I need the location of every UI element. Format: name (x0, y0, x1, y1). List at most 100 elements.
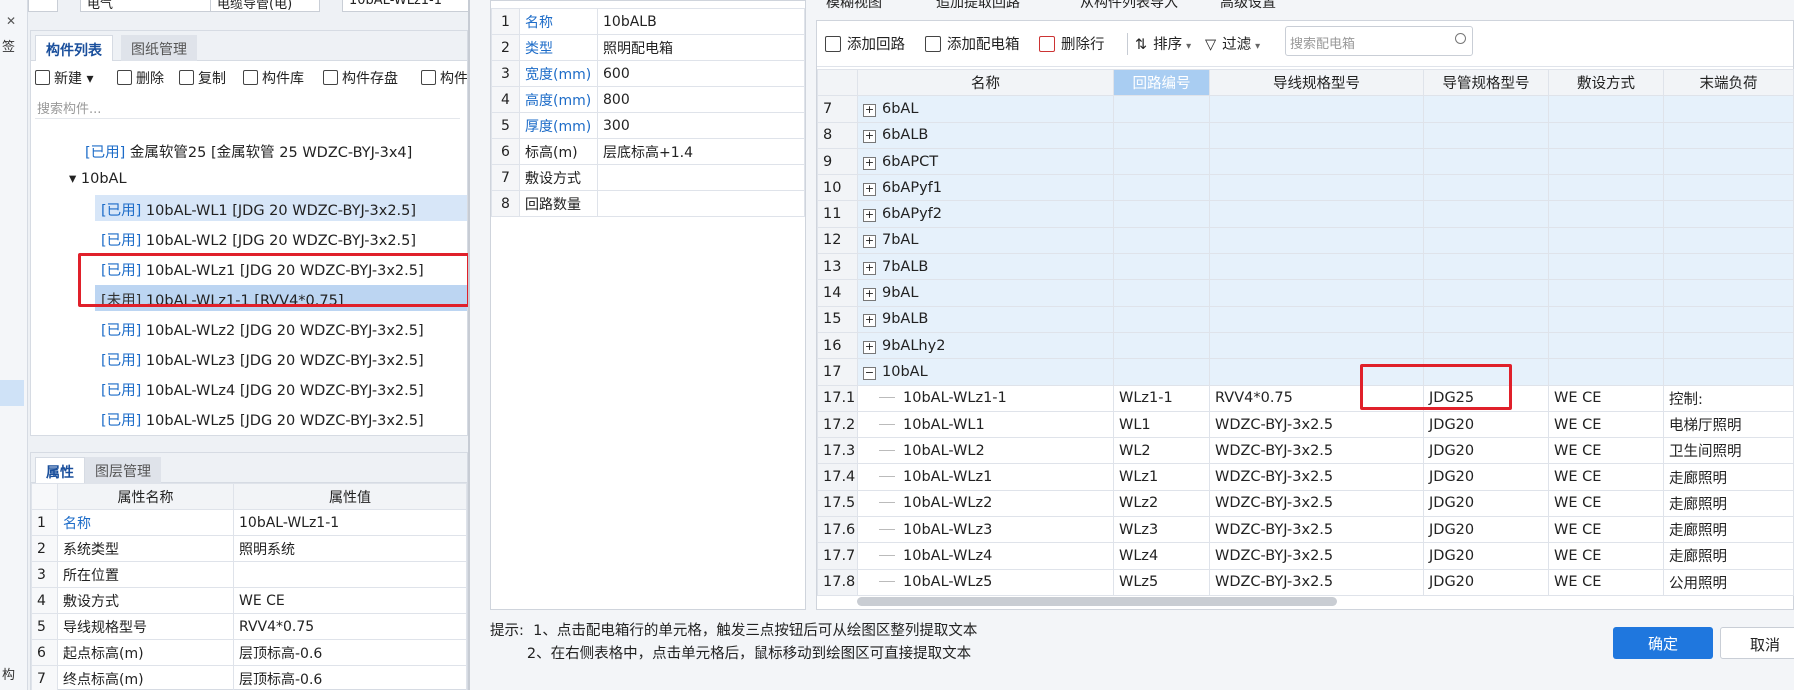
expand-icon[interactable]: + (863, 103, 876, 117)
new-icon (35, 70, 50, 85)
tree-item[interactable]: [已用] 10bAL-WL1 [JDG 20 WDZC-BYJ-3x2.5] (95, 195, 467, 221)
table-row[interactable]: 7 敷设方式 (491, 164, 805, 191)
box-group-row[interactable]: 11 +6bAPyf2 (817, 200, 1794, 228)
expand-icon[interactable]: + (863, 182, 876, 196)
table-row[interactable]: 8 回路数量 (491, 190, 805, 217)
component-more-button[interactable]: 构件 (421, 68, 467, 88)
circuit-toolbar: 添加回路 添加配电箱 删除行 ⇅ 排序 ▾ ▽ 过滤 ▾ 搜索配电箱 (817, 21, 1793, 67)
filter-icon: ▽ (1205, 37, 1217, 53)
circuit-row[interactable]: 17.5 10bAL-WLz2 WLz2 WDZC-BYJ-3x2.5 JDG20 WE … (817, 489, 1794, 518)
column-header[interactable]: 名称 (857, 68, 1114, 97)
dropdown-type[interactable]: 电缆导管(电) (210, 0, 320, 12)
dropdown-0[interactable] (28, 0, 58, 12)
column-header[interactable]: 末端负荷 (1663, 68, 1794, 97)
new-button[interactable]: 新建 ▾ (35, 68, 93, 88)
copy-button[interactable]: 复制 (179, 68, 226, 88)
table-row[interactable]: 2 类型 照明配电箱 (491, 34, 805, 61)
tree-item[interactable]: [已用] 10bAL-WLz5 [JDG 20 WDZC-BYJ-3x2.5] (95, 405, 467, 431)
circuit-row[interactable]: 17.8 10bAL-WLz5 WLz5 WDZC-BYJ-3x2.5 JDG20 WE … (817, 568, 1794, 596)
table-row[interactable]: 6 起点标高(m) 层顶标高-0.6 (31, 639, 467, 666)
tab-layer-management[interactable]: 图层管理 (85, 457, 161, 483)
cancel-button[interactable]: 取消 (1720, 627, 1794, 659)
column-header[interactable]: 导管规格型号 (1423, 68, 1549, 97)
table-row[interactable]: 3 宽度(mm) 600 (491, 60, 805, 87)
fuzzy-view-button[interactable]: 模糊视图 (826, 0, 882, 12)
expand-icon[interactable]: + (863, 261, 876, 275)
circuit-row[interactable]: 17.2 10bAL-WL1 WL1 WDZC-BYJ-3x2.5 JDG20 WE CE… (817, 410, 1794, 439)
table-row[interactable]: 5 厚度(mm) 300 (491, 112, 805, 139)
circuit-row[interactable]: 17.1 10bAL-WLz1-1 WLz1-1 RVV4*0.75 JDG25 WE C… (817, 384, 1794, 412)
table-row[interactable]: 1 名称 10bALB (491, 8, 805, 35)
circuit-panel: 添加回路 添加配电箱 删除行 ⇅ 排序 ▾ ▽ 过滤 ▾ 搜索配电箱 名称 回路编号 导… (816, 20, 1794, 610)
collapse-icon[interactable]: − (863, 366, 876, 380)
tab-properties[interactable]: 属性 (35, 457, 85, 483)
delete-button[interactable]: 删除 (117, 68, 164, 88)
expand-icon[interactable]: + (863, 235, 876, 249)
append-extract-button[interactable]: 追加提取回路 (936, 0, 1020, 12)
tree-item[interactable]: [已用] 10bAL-WL2 [JDG 20 WDZC-BYJ-3x2.5] (95, 225, 467, 251)
expand-icon[interactable]: + (863, 288, 876, 302)
column-header[interactable]: 敷设方式 (1548, 68, 1664, 97)
table-row[interactable]: 2 系统类型 照明系统 (31, 535, 467, 562)
expand-icon[interactable]: + (863, 156, 876, 170)
add-box-button[interactable]: 添加配电箱 (925, 33, 1020, 54)
circuit-row[interactable]: 17.3 10bAL-WL2 WL2 WDZC-BYJ-3x2.5 JDG20 WE CE… (817, 437, 1794, 465)
tree-item-selected[interactable]: [未用] 10bAL-WLz1-1 [RVV4*0.75] (95, 285, 467, 311)
expand-icon[interactable]: + (863, 314, 876, 328)
box-search-input[interactable]: 搜索配电箱 (1285, 26, 1473, 56)
tree-item[interactable]: [已用] 10bAL-WLz4 [JDG 20 WDZC-BYJ-3x2.5] (95, 375, 467, 401)
tab-component-list[interactable]: 构件列表 (35, 35, 113, 61)
tree-item[interactable]: [已用] 10bAL-WLz3 [JDG 20 WDZC-BYJ-3x2.5] (95, 345, 467, 371)
table-row[interactable]: 7 终点标高(m) 层顶标高-0.6 (31, 665, 467, 690)
component-save-button[interactable]: 构件存盘 (323, 68, 398, 88)
edge-label-1: 签 (2, 40, 16, 55)
box-group-row[interactable]: 8 +6bALB (817, 121, 1794, 149)
expand-icon[interactable]: + (863, 209, 876, 223)
tree-group-10bAL[interactable]: ▾ 10bAL (69, 167, 449, 193)
tree-item[interactable]: [已用] 10bAL-WLz2 [JDG 20 WDZC-BYJ-3x2.5] (95, 315, 467, 341)
column-header-selected[interactable]: 回路编号 (1113, 68, 1210, 97)
table-row[interactable]: 3 所在位置 (31, 561, 467, 588)
close-icon[interactable]: ✕ (6, 14, 16, 28)
filter-button[interactable]: ▽ 过滤 ▾ (1205, 33, 1260, 54)
box-group-row[interactable]: 10 +6bAPyf1 (817, 174, 1794, 202)
table-row[interactable]: 6 标高(m) 层底标高+1.4 (491, 138, 805, 165)
box-group-row[interactable]: 14 +9bAL (817, 279, 1794, 307)
component-library-button[interactable]: 构件库 (243, 68, 304, 88)
component-search-input[interactable]: 搜索构件... (35, 95, 460, 119)
table-row[interactable]: 5 导线规格型号 RVV4*0.75 (31, 613, 467, 640)
box-group-row[interactable]: 7 +6bAL (817, 95, 1794, 123)
box-group-row[interactable]: 15 +9bALB (817, 305, 1794, 333)
sort-button[interactable]: ⇅ 排序 ▾ (1135, 33, 1191, 54)
table-row[interactable]: 1 名称 10bAL-WLz1-1 (31, 509, 467, 536)
dropdown-system[interactable]: 电气 (80, 0, 230, 12)
table-row[interactable]: 4 敷设方式 WE CE (31, 587, 467, 614)
tab-drawing-management[interactable]: 图纸管理 (121, 35, 197, 61)
expand-icon[interactable]: + (863, 130, 876, 144)
box-group-row[interactable]: 16 +9bALhy2 (817, 331, 1794, 360)
box-group-row[interactable]: 12 +7bAL (817, 226, 1794, 255)
horizontal-scrollbar[interactable] (857, 597, 1337, 606)
circuit-grid: 名称 回路编号 导线规格型号 导管规格型号 敷设方式 末端负荷 7 +6bAL 8… (817, 68, 1794, 596)
copy-icon (179, 70, 194, 85)
ok-button[interactable]: 确定 (1613, 627, 1713, 659)
box-group-row-expanded[interactable]: 17−10bAL (817, 358, 1794, 386)
tree-item[interactable]: [已用] 金属软管25 [金属软管 25 WDZC-BYJ-3x4] (85, 137, 465, 163)
circuit-row[interactable]: 17.4 10bAL-WLz1 WLz1 WDZC-BYJ-3x2.5 JDG20 WE … (817, 463, 1794, 491)
import-from-list-button[interactable]: 从构件列表导入 (1080, 0, 1178, 12)
box-group-row[interactable]: 13 +7bALB (817, 253, 1794, 281)
add-circuit-button[interactable]: 添加回路 (825, 33, 905, 54)
circuit-row[interactable]: 17.7 10bAL-WLz4 WLz4 WDZC-BYJ-3x2.5 JDG20 WE … (817, 542, 1794, 570)
box-group-row[interactable]: 9 +6bAPCT (817, 147, 1794, 176)
table-row[interactable]: 4 高度(mm) 800 (491, 86, 805, 113)
column-header[interactable]: 导线规格型号 (1209, 68, 1424, 97)
edge-label-3: 构 (2, 668, 16, 683)
dropdown-component[interactable]: 10bAL-WLz1-1 (342, 0, 468, 12)
delete-row-button[interactable]: 删除行 (1039, 33, 1105, 54)
circuit-row[interactable]: 17.6 10bAL-WLz3 WLz3 WDZC-BYJ-3x2.5 JDG20 WE … (817, 516, 1794, 544)
advanced-settings-button[interactable]: 高级设置 (1220, 0, 1276, 12)
component-icon (421, 70, 436, 85)
property-panel: 属性 图层管理 属性名称 属性值 1 名称 10bAL-WLz1-1 2 系统类型 照明… (30, 452, 468, 690)
tree-item[interactable]: [已用] 10bAL-WLz1 [JDG 20 WDZC-BYJ-3x2.5] (95, 255, 467, 281)
expand-icon[interactable]: + (863, 340, 876, 354)
